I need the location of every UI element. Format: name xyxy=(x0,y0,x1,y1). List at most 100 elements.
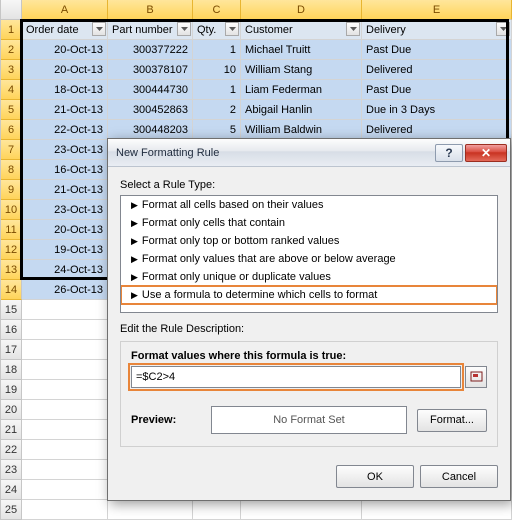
cell-date[interactable]: 16-Oct-13 xyxy=(22,160,108,180)
header-cell[interactable]: Delivery xyxy=(362,20,512,40)
empty-cell[interactable] xyxy=(22,360,108,380)
cell-customer[interactable]: William Baldwin xyxy=(241,120,362,140)
empty-cell[interactable] xyxy=(108,500,193,520)
header-cell[interactable]: Order date xyxy=(22,20,108,40)
row-header-8[interactable]: 8 xyxy=(1,160,22,180)
rule-type-item[interactable]: ▶Use a formula to determine which cells … xyxy=(121,286,497,304)
row-header-11[interactable]: 11 xyxy=(1,220,22,240)
cell-qty[interactable]: 10 xyxy=(193,60,241,80)
cell-customer[interactable]: Michael Truitt xyxy=(241,40,362,60)
cell-qty[interactable]: 5 xyxy=(193,120,241,140)
dialog-titlebar[interactable]: New Formatting Rule ? ✕ xyxy=(108,139,510,167)
col-header-D[interactable]: D xyxy=(241,0,362,20)
cell-delivery[interactable]: Past Due xyxy=(362,80,512,100)
cell-delivery[interactable]: Due in 3 Days xyxy=(362,100,512,120)
col-header-A[interactable]: A xyxy=(22,0,108,20)
filter-dropdown-icon[interactable] xyxy=(346,22,360,36)
cell-delivery[interactable]: Delivered xyxy=(362,120,512,140)
row-header-3[interactable]: 3 xyxy=(1,60,22,80)
cell-date[interactable]: 26-Oct-13 xyxy=(22,280,108,300)
cell-customer[interactable]: William Stang xyxy=(241,60,362,80)
empty-cell[interactable] xyxy=(22,420,108,440)
cell-part[interactable]: 300444730 xyxy=(108,80,193,100)
cell-date[interactable]: 19-Oct-13 xyxy=(22,240,108,260)
cell-qty[interactable]: 1 xyxy=(193,80,241,100)
row-header-2[interactable]: 2 xyxy=(1,40,22,60)
cancel-button[interactable]: Cancel xyxy=(420,465,498,488)
cell-delivery[interactable]: Past Due xyxy=(362,40,512,60)
empty-cell[interactable] xyxy=(22,460,108,480)
cell-part[interactable]: 300377222 xyxy=(108,40,193,60)
col-header-B[interactable]: B xyxy=(108,0,193,20)
row-header-19[interactable]: 19 xyxy=(1,380,22,400)
cell-customer[interactable]: Liam Federman xyxy=(241,80,362,100)
empty-cell[interactable] xyxy=(22,340,108,360)
row-header-4[interactable]: 4 xyxy=(1,80,22,100)
filter-dropdown-icon[interactable] xyxy=(177,22,191,36)
cell-date[interactable]: 21-Oct-13 xyxy=(22,180,108,200)
row-header-6[interactable]: 6 xyxy=(1,120,22,140)
row-header-16[interactable]: 16 xyxy=(1,320,22,340)
help-button[interactable]: ? xyxy=(435,144,463,162)
filter-dropdown-icon[interactable] xyxy=(496,22,510,36)
cell-date[interactable]: 24-Oct-13 xyxy=(22,260,108,280)
empty-cell[interactable] xyxy=(22,300,108,320)
col-header-C[interactable]: C xyxy=(193,0,241,20)
row-header-1[interactable]: 1 xyxy=(1,20,22,40)
cell-part[interactable]: 300448203 xyxy=(108,120,193,140)
rule-type-list[interactable]: ▶Format all cells based on their values▶… xyxy=(120,195,498,313)
format-button[interactable]: Format... xyxy=(417,409,487,432)
empty-cell[interactable] xyxy=(22,380,108,400)
header-cell[interactable]: Customer xyxy=(241,20,362,40)
rule-type-item[interactable]: ▶Format only cells that contain xyxy=(121,214,497,232)
empty-cell[interactable] xyxy=(22,440,108,460)
ok-button[interactable]: OK xyxy=(336,465,414,488)
row-header-15[interactable]: 15 xyxy=(1,300,22,320)
filter-dropdown-icon[interactable] xyxy=(92,22,106,36)
collapse-dialog-button[interactable] xyxy=(465,366,487,388)
header-cell[interactable]: Qty. xyxy=(193,20,241,40)
cell-date[interactable]: 22-Oct-13 xyxy=(22,120,108,140)
empty-cell[interactable] xyxy=(22,320,108,340)
row-header-21[interactable]: 21 xyxy=(1,420,22,440)
rule-type-item[interactable]: ▶Format only values that are above or be… xyxy=(121,250,497,268)
cell-date[interactable]: 20-Oct-13 xyxy=(22,60,108,80)
empty-cell[interactable] xyxy=(193,500,241,520)
empty-cell[interactable] xyxy=(22,500,108,520)
col-header-E[interactable]: E xyxy=(362,0,512,20)
cell-customer[interactable]: Abigail Hanlin xyxy=(241,100,362,120)
header-cell[interactable]: Part number xyxy=(108,20,193,40)
empty-cell[interactable] xyxy=(241,500,362,520)
row-header-23[interactable]: 23 xyxy=(1,460,22,480)
cell-qty[interactable]: 1 xyxy=(193,40,241,60)
cell-delivery[interactable]: Delivered xyxy=(362,60,512,80)
rule-type-item[interactable]: ▶Format only top or bottom ranked values xyxy=(121,232,497,250)
row-header-17[interactable]: 17 xyxy=(1,340,22,360)
empty-cell[interactable] xyxy=(22,400,108,420)
cell-date[interactable]: 21-Oct-13 xyxy=(22,100,108,120)
rule-type-item[interactable]: ▶Format only unique or duplicate values xyxy=(121,268,497,286)
row-header-7[interactable]: 7 xyxy=(1,140,22,160)
select-all-corner[interactable] xyxy=(1,0,22,20)
cell-date[interactable]: 23-Oct-13 xyxy=(22,140,108,160)
cell-date[interactable]: 18-Oct-13 xyxy=(22,80,108,100)
cell-date[interactable]: 20-Oct-13 xyxy=(22,220,108,240)
row-header-25[interactable]: 25 xyxy=(1,500,22,520)
formula-input[interactable] xyxy=(131,366,461,388)
row-header-12[interactable]: 12 xyxy=(1,240,22,260)
empty-cell[interactable] xyxy=(362,500,512,520)
row-header-18[interactable]: 18 xyxy=(1,360,22,380)
row-header-13[interactable]: 13 xyxy=(1,260,22,280)
row-header-24[interactable]: 24 xyxy=(1,480,22,500)
row-header-20[interactable]: 20 xyxy=(1,400,22,420)
row-header-14[interactable]: 14 xyxy=(1,280,22,300)
cell-part[interactable]: 300452863 xyxy=(108,100,193,120)
close-button[interactable]: ✕ xyxy=(465,144,507,162)
empty-cell[interactable] xyxy=(22,480,108,500)
row-header-9[interactable]: 9 xyxy=(1,180,22,200)
rule-type-item[interactable]: ▶Format all cells based on their values xyxy=(121,196,497,214)
cell-date[interactable]: 23-Oct-13 xyxy=(22,200,108,220)
row-header-22[interactable]: 22 xyxy=(1,440,22,460)
row-header-10[interactable]: 10 xyxy=(1,200,22,220)
cell-date[interactable]: 20-Oct-13 xyxy=(22,40,108,60)
